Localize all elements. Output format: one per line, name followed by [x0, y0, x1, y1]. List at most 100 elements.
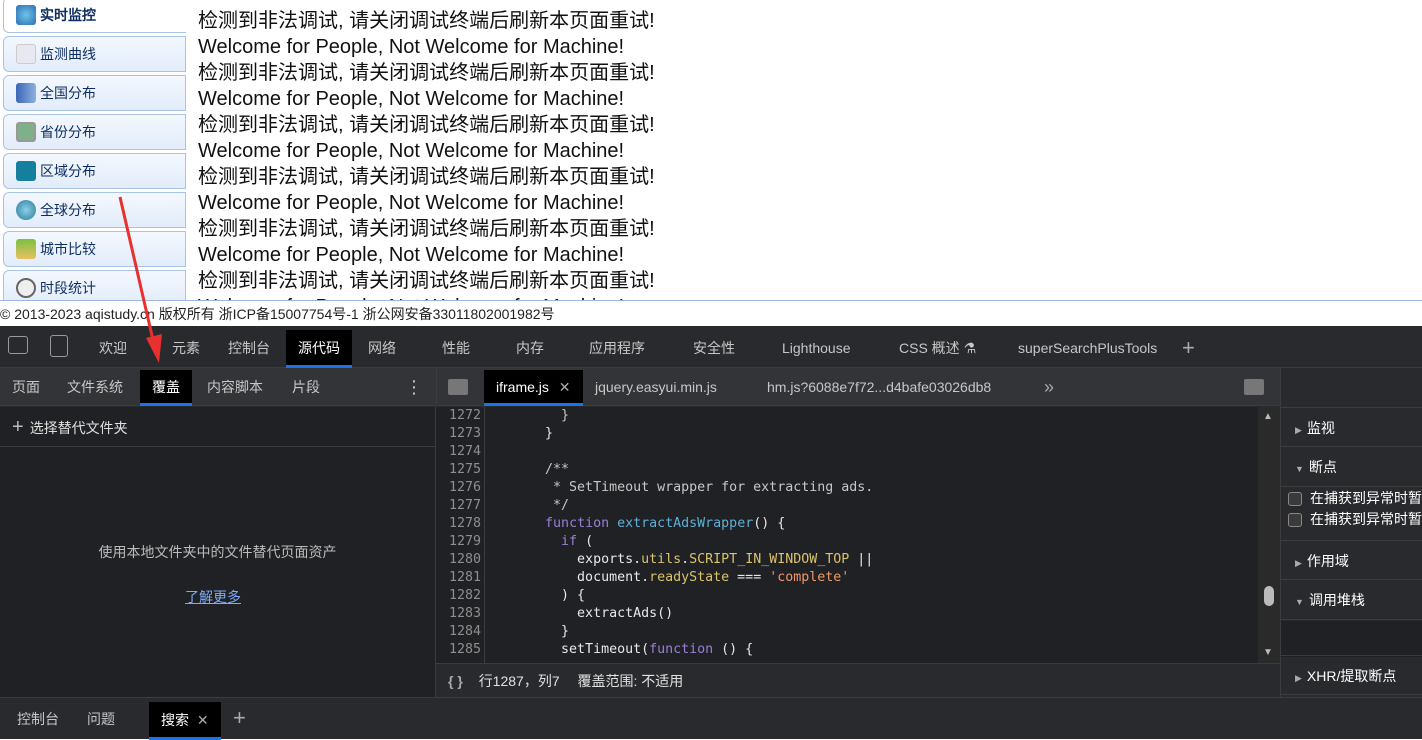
section-call-stack[interactable]: ▼ 调用堆栈: [1281, 580, 1422, 620]
sidebar-item-realtime[interactable]: 实时监控: [3, 0, 186, 33]
drawer-tab-issues[interactable]: 问题: [87, 698, 115, 740]
province-map-icon: [16, 122, 36, 142]
scale-icon: [16, 239, 36, 259]
select-folder-button[interactable]: + 选择替代文件夹: [0, 407, 435, 447]
sidebar-item-label: 全国分布: [40, 85, 96, 101]
code-content[interactable]: } } /** * SetTimeout wrapper for extract…: [497, 407, 873, 659]
region-map-icon: [16, 161, 36, 181]
line-number: 1274: [448, 444, 481, 459]
line-number: 1283: [448, 606, 481, 621]
section-watch[interactable]: ▶ 监视: [1281, 407, 1422, 447]
device-toolbar-icon[interactable]: [50, 335, 68, 357]
sidebar-item-region[interactable]: 区域分布: [3, 153, 186, 189]
file-tab-jquery[interactable]: jquery.easyui.min.js: [595, 368, 717, 406]
section-label: 调用堆栈: [1308, 592, 1365, 608]
inspect-element-icon[interactable]: [8, 336, 28, 354]
nav-tab-3[interactable]: 内容脚本: [207, 368, 263, 406]
web-page: 实时监控 监测曲线 全国分布 省份分布 区域分布 全球分布 城市比较 时段统计 …: [0, 0, 1422, 300]
section-label: 监视: [1306, 420, 1335, 436]
pause-on-caught-checkbox[interactable]: 在捕获到异常时暂停: [1288, 488, 1422, 509]
line-number: 1282: [448, 588, 481, 603]
section-label: XHR/提取断点: [1306, 668, 1397, 684]
warning-message: 检测到非法调试, 请关闭调试终端后刷新本页面重试!: [198, 114, 655, 136]
warning-message: Welcome for People, Not Welcome for Mach…: [198, 244, 625, 266]
code-editor[interactable]: 1272 1273 1274 1275 1276 1277 1278 1279 1280 1281…: [436, 407, 1280, 663]
footer-copyright: © 2013-2023 aqistudy.cn 版权所有 浙ICP备150077…: [0, 300, 1422, 326]
coverage-status: 覆盖范围: 不适用: [577, 673, 684, 689]
tab-label: 搜索: [161, 712, 189, 728]
warning-message: 检测到非法调试, 请关闭调试终端后刷新本页面重试!: [198, 166, 655, 188]
sidebar-item-label: 监测曲线: [40, 46, 96, 62]
line-number: 1277: [448, 498, 481, 513]
sidebar-item-province[interactable]: 省份分布: [3, 114, 186, 150]
nav-tab-2[interactable]: 覆盖: [140, 370, 192, 406]
nav-tab-1[interactable]: 文件系统: [67, 368, 123, 406]
monitor-icon: [16, 5, 36, 25]
nav-tab-4[interactable]: 片段: [292, 368, 320, 406]
sidebar-item-global[interactable]: 全球分布: [3, 192, 186, 228]
tab-5[interactable]: 性能: [442, 330, 470, 368]
tab-6[interactable]: 内存: [516, 330, 544, 368]
tab-0[interactable]: 欢迎: [99, 330, 127, 368]
section-scope[interactable]: ▶ 作用域: [1281, 540, 1422, 580]
sidebar-item-label: 时段统计: [40, 280, 96, 296]
line-number: 1285: [448, 642, 481, 657]
sidebar: 实时监控 监测曲线 全国分布 省份分布 区域分布 全球分布 城市比较 时段统计: [0, 0, 186, 300]
tab-11[interactable]: superSearchPlusTools: [1018, 330, 1157, 368]
more-tabs-icon[interactable]: »: [1044, 368, 1054, 406]
file-tab-hm[interactable]: hm.js?6088e7f72...d4bafe03026db8: [767, 368, 991, 406]
plus-icon: +: [12, 416, 24, 438]
sidebar-item-period[interactable]: 时段统计: [3, 270, 186, 300]
pause-on-uncaught-checkbox[interactable]: 在捕获到异常时暂停: [1288, 509, 1422, 530]
nav-tab-0[interactable]: 页面: [12, 368, 40, 406]
warning-message: 检测到非法调试, 请关闭调试终端后刷新本页面重试!: [198, 218, 655, 240]
tab-8[interactable]: 安全性: [693, 330, 735, 368]
checkbox-label: 在捕获到异常时暂停: [1310, 511, 1422, 527]
drawer-tab-search[interactable]: 搜索 ✕: [149, 702, 221, 740]
add-drawer-tab-icon[interactable]: +: [233, 698, 246, 740]
devtools: 欢迎 元素 控制台 源代码 网络 性能 内存 应用程序 安全性 Lighthouse CSS 概述 …: [0, 326, 1422, 740]
line-number: 1272: [448, 408, 481, 423]
more-options-icon[interactable]: ⋮: [405, 368, 423, 406]
cursor-position: 行1287，列7: [478, 673, 560, 689]
tab-7[interactable]: 应用程序: [589, 330, 645, 368]
section-breakpoints[interactable]: ▼ 断点: [1281, 447, 1422, 487]
pretty-print-icon[interactable]: { }: [448, 673, 463, 689]
tab-4[interactable]: 网络: [368, 330, 396, 368]
sidebar-item-label: 全球分布: [40, 202, 96, 218]
china-map-icon: [16, 83, 36, 103]
drawer-tab-console[interactable]: 控制台: [17, 698, 59, 740]
learn-more-link[interactable]: 了解更多: [185, 587, 241, 607]
sidebar-item-compare[interactable]: 城市比较: [3, 231, 186, 267]
line-number-gutter: 1272 1273 1274 1275 1276 1277 1278 1279 1280 1281…: [436, 407, 485, 663]
warning-message: Welcome for People, Not Welcome for Mach…: [198, 192, 625, 214]
sidebar-item-curve[interactable]: 监测曲线: [3, 36, 186, 72]
section-xhr-breakpoints[interactable]: ▶ XHR/提取断点: [1281, 655, 1422, 695]
warning-message: Welcome for People, Not Welcome for Mach…: [198, 36, 625, 58]
sidebar-item-label: 省份分布: [40, 124, 96, 140]
toggle-debugger-icon[interactable]: [1244, 379, 1264, 395]
toggle-navigator-icon[interactable]: [448, 379, 468, 395]
tab-2[interactable]: 控制台: [228, 330, 270, 368]
overrides-description: 使用本地文件夹中的文件替代页面资产: [98, 544, 337, 560]
warning-message: 检测到非法调试, 请关闭调试终端后刷新本页面重试!: [198, 62, 655, 84]
line-number: 1284: [448, 624, 481, 639]
sidebar-item-label: 城市比较: [40, 241, 96, 257]
tab-10[interactable]: CSS 概述 ⚗: [899, 330, 976, 368]
add-tab-icon[interactable]: +: [1182, 330, 1195, 368]
scrollbar-thumb[interactable]: [1264, 586, 1274, 606]
line-number: 1281: [448, 570, 481, 585]
select-folder-label: 选择替代文件夹: [29, 420, 128, 436]
tab-9[interactable]: Lighthouse: [782, 330, 851, 368]
debugger-sidebar: ▶监视 ▼断点 在捕获到异常时暂停 在捕获到异常时暂停 ▶作用域 ▼调用堆栈 ▶…: [1280, 368, 1422, 697]
line-number: 1276: [448, 480, 481, 495]
close-icon[interactable]: ✕: [559, 379, 571, 395]
sidebar-item-national[interactable]: 全国分布: [3, 75, 186, 111]
close-icon[interactable]: ✕: [197, 712, 209, 728]
editor-scrollbar[interactable]: ▲ ▼: [1258, 407, 1280, 663]
tab-1[interactable]: 元素: [172, 330, 200, 368]
tab-3[interactable]: 源代码: [286, 330, 352, 368]
checkbox-label: 在捕获到异常时暂停: [1310, 490, 1422, 506]
file-tab-iframe[interactable]: iframe.js ✕: [484, 370, 583, 406]
globe-icon: [16, 200, 36, 220]
